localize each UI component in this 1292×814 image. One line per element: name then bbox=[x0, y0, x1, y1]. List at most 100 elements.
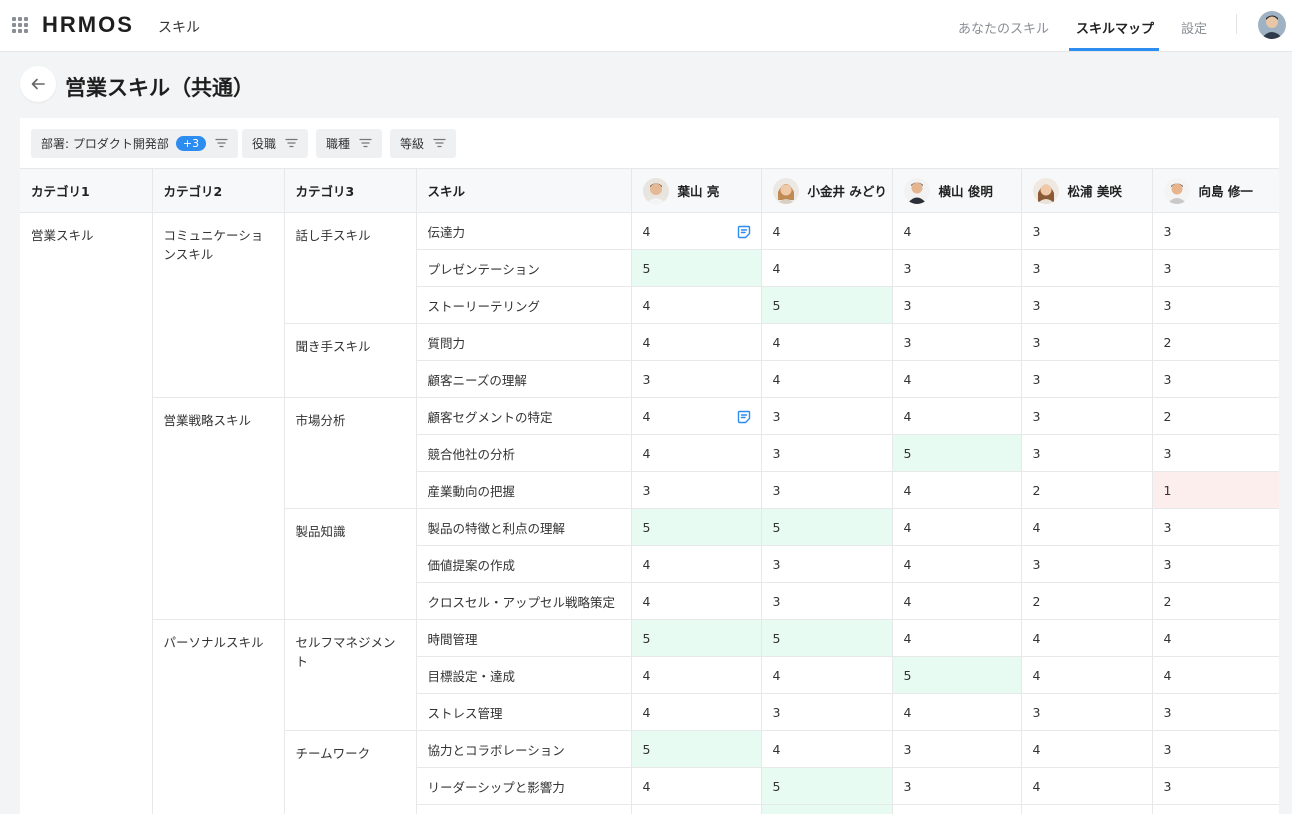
score-cell[interactable]: 4 bbox=[1021, 730, 1153, 768]
score-cell[interactable]: 4 bbox=[761, 730, 893, 768]
score-cell[interactable]: 3 bbox=[1152, 212, 1279, 250]
tab-skill-map[interactable]: スキルマップ bbox=[1076, 18, 1154, 37]
score-cell[interactable]: 3 bbox=[1152, 730, 1279, 768]
score-cell[interactable]: 3 bbox=[1021, 212, 1153, 250]
skill-cell[interactable]: 質問力 bbox=[416, 323, 632, 361]
score-cell[interactable]: 3 bbox=[1152, 545, 1279, 583]
score-cell[interactable]: 3 bbox=[761, 434, 893, 472]
score-cell[interactable]: 2 bbox=[1021, 471, 1153, 509]
score-cell[interactable] bbox=[631, 804, 762, 814]
score-cell[interactable]: 4 bbox=[1021, 767, 1153, 805]
score-cell[interactable]: 3 bbox=[1021, 545, 1153, 583]
score-cell[interactable] bbox=[892, 804, 1022, 814]
score-cell[interactable]: 3 bbox=[892, 323, 1022, 361]
score-cell[interactable]: 4 bbox=[892, 471, 1022, 509]
score-cell[interactable]: 2 bbox=[1152, 582, 1279, 620]
score-cell[interactable]: 3 bbox=[1021, 397, 1153, 435]
skill-cell[interactable]: 目標設定・達成 bbox=[416, 656, 632, 694]
header-category3[interactable]: カテゴリ3 bbox=[284, 168, 417, 213]
score-cell[interactable]: 4 bbox=[631, 545, 762, 583]
memo-icon[interactable] bbox=[737, 410, 751, 427]
header-category1[interactable]: カテゴリ1 bbox=[20, 168, 153, 213]
score-cell[interactable]: 4 bbox=[892, 508, 1022, 546]
score-cell[interactable]: 4 bbox=[761, 323, 893, 361]
score-cell[interactable]: 5 bbox=[761, 508, 893, 546]
score-cell[interactable]: 5 bbox=[892, 656, 1022, 694]
score-cell[interactable]: 3 bbox=[1021, 693, 1153, 731]
score-cell[interactable]: 3 bbox=[1021, 360, 1153, 398]
header-member[interactable]: 向島 修一 bbox=[1152, 168, 1279, 213]
score-cell[interactable]: 5 bbox=[631, 619, 762, 657]
score-cell[interactable]: 3 bbox=[892, 249, 1022, 287]
score-cell[interactable]: 4 bbox=[1152, 619, 1279, 657]
score-cell[interactable]: 3 bbox=[892, 730, 1022, 768]
score-cell[interactable]: 3 bbox=[1152, 767, 1279, 805]
score-cell[interactable]: 5 bbox=[761, 767, 893, 805]
skill-cell[interactable]: 顧客セグメントの特定 bbox=[416, 397, 632, 435]
score-cell[interactable]: 3 bbox=[1152, 693, 1279, 731]
score-cell[interactable]: 4 bbox=[892, 397, 1022, 435]
skill-cell[interactable]: 製品の特徴と利点の理解 bbox=[416, 508, 632, 546]
score-cell[interactable]: 4 bbox=[892, 619, 1022, 657]
score-cell[interactable]: 3 bbox=[1021, 249, 1153, 287]
score-cell[interactable]: 2 bbox=[1152, 397, 1279, 435]
score-cell[interactable]: 3 bbox=[892, 767, 1022, 805]
score-cell[interactable]: 5 bbox=[892, 434, 1022, 472]
score-cell[interactable]: 4 bbox=[1152, 656, 1279, 694]
skill-cell[interactable]: ストレス管理 bbox=[416, 693, 632, 731]
header-skill[interactable]: スキル bbox=[416, 168, 632, 213]
skill-cell[interactable]: 顧客ニーズの理解 bbox=[416, 360, 632, 398]
score-cell[interactable]: 3 bbox=[761, 471, 893, 509]
score-cell[interactable]: 4 bbox=[892, 545, 1022, 583]
score-cell[interactable]: 4 bbox=[1021, 508, 1153, 546]
score-cell[interactable]: 4 bbox=[892, 360, 1022, 398]
score-cell[interactable]: 5 bbox=[631, 249, 762, 287]
score-cell[interactable]: 3 bbox=[1152, 434, 1279, 472]
score-cell[interactable]: 4 bbox=[761, 249, 893, 287]
score-cell[interactable]: 3 bbox=[761, 582, 893, 620]
score-cell[interactable]: 4 bbox=[631, 286, 762, 324]
score-cell[interactable]: 3 bbox=[1152, 360, 1279, 398]
app-grid-icon[interactable] bbox=[12, 17, 29, 34]
score-cell[interactable] bbox=[1152, 804, 1279, 814]
user-avatar[interactable] bbox=[1258, 11, 1286, 39]
score-cell[interactable]: 4 bbox=[631, 582, 762, 620]
score-cell[interactable]: 5 bbox=[761, 619, 893, 657]
skill-cell[interactable]: プレゼンテーション bbox=[416, 249, 632, 287]
skill-cell[interactable]: 価値提案の作成 bbox=[416, 545, 632, 583]
score-cell[interactable]: 3 bbox=[761, 397, 893, 435]
score-cell[interactable]: 4 bbox=[631, 434, 762, 472]
score-cell[interactable]: 4 bbox=[631, 397, 762, 435]
score-cell[interactable]: 3 bbox=[1021, 323, 1153, 361]
score-cell[interactable]: 2 bbox=[1021, 582, 1153, 620]
score-cell[interactable]: 4 bbox=[761, 656, 893, 694]
score-cell[interactable]: 5 bbox=[631, 508, 762, 546]
score-cell[interactable] bbox=[761, 804, 893, 814]
score-cell[interactable] bbox=[1021, 804, 1153, 814]
score-cell[interactable]: 4 bbox=[761, 360, 893, 398]
score-cell[interactable]: 1 bbox=[1152, 471, 1279, 509]
score-cell[interactable]: 3 bbox=[631, 360, 762, 398]
score-cell[interactable]: 4 bbox=[761, 212, 893, 250]
score-cell[interactable]: 3 bbox=[1152, 249, 1279, 287]
skill-cell[interactable]: 産業動向の把握 bbox=[416, 471, 632, 509]
filter-job-type[interactable]: 職種 bbox=[316, 129, 383, 158]
score-cell[interactable]: 3 bbox=[892, 286, 1022, 324]
skill-cell[interactable]: 伝達力 bbox=[416, 212, 632, 250]
score-cell[interactable]: 2 bbox=[1152, 323, 1279, 361]
score-cell[interactable]: 4 bbox=[631, 212, 762, 250]
skill-cell[interactable]: リーダーシップと影響力 bbox=[416, 767, 632, 805]
skill-cell[interactable]: ストーリーテリング bbox=[416, 286, 632, 324]
header-member[interactable]: 葉山 亮 bbox=[631, 168, 762, 213]
score-cell[interactable]: 5 bbox=[631, 730, 762, 768]
app-logo[interactable]: HRMOS bbox=[42, 12, 134, 38]
score-cell[interactable]: 4 bbox=[631, 656, 762, 694]
header-member[interactable]: 横山 俊明 bbox=[892, 168, 1022, 213]
score-cell[interactable]: 3 bbox=[761, 693, 893, 731]
score-cell[interactable]: 4 bbox=[631, 693, 762, 731]
score-cell[interactable]: 3 bbox=[1021, 286, 1153, 324]
score-cell[interactable]: 3 bbox=[1021, 434, 1153, 472]
score-cell[interactable]: 4 bbox=[631, 323, 762, 361]
skill-cell[interactable]: 競合他社の分析 bbox=[416, 434, 632, 472]
filter-grade[interactable]: 等級 bbox=[390, 129, 457, 158]
